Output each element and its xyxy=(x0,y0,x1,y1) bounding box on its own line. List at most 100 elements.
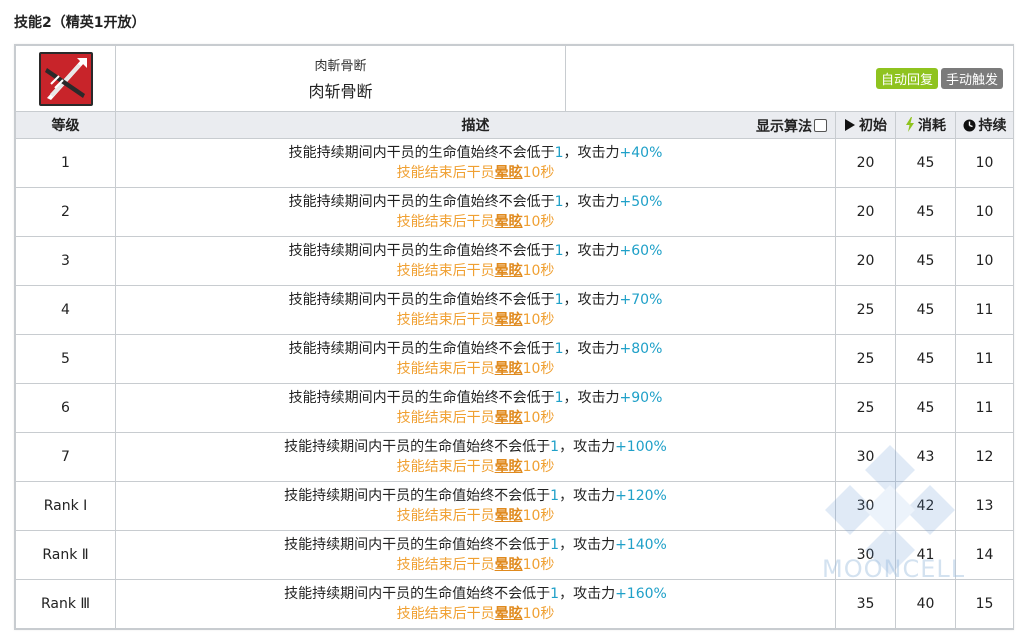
description-line2: 技能结束后干员晕眩10秒 xyxy=(116,163,835,183)
level-cell: Rank Ⅱ xyxy=(15,530,116,580)
table-header-row: 等级 描述 显示算法 初始 消耗 持续 xyxy=(15,111,1015,139)
description-cell: 技能持续期间内干员的生命值始终不会低于1，攻击力+100% 技能结束后干员晕眩10… xyxy=(115,432,836,482)
description-cell: 技能持续期间内干员的生命值始终不会低于1，攻击力+80% 技能结束后干员晕眩10秒 xyxy=(115,334,836,384)
skill-icon-cell xyxy=(15,45,116,112)
description-line1: 技能持续期间内干员的生命值始终不会低于1，攻击力+100% xyxy=(116,437,835,457)
sp-cost-cell: 45 xyxy=(895,138,956,188)
desc-text: ，攻击力 xyxy=(559,586,616,602)
tag-manual-trigger: 手动触发 xyxy=(941,68,1004,89)
description-line2: 技能结束后干员晕眩10秒 xyxy=(116,261,835,281)
desc-text: 技能结束后干员 xyxy=(396,606,495,622)
stun-link[interactable]: 晕眩 xyxy=(495,557,523,573)
header-initial: 初始 xyxy=(835,111,896,139)
desc-text: 10秒 xyxy=(522,312,555,328)
sp-cost-cell: 43 xyxy=(895,432,956,482)
description-line1: 技能持续期间内干员的生命值始终不会低于1，攻击力+160% xyxy=(116,584,835,604)
level-cell: 4 xyxy=(15,285,116,335)
desc-text: 技能持续期间内干员的生命值始终不会低于 xyxy=(288,194,555,210)
stun-link[interactable]: 晕眩 xyxy=(495,459,523,475)
sp-cost-cell: 41 xyxy=(895,530,956,580)
desc-text: 10秒 xyxy=(522,361,555,377)
desc-text: 技能持续期间内干员的生命值始终不会低于 xyxy=(284,537,551,553)
desc-text: ，攻击力 xyxy=(559,439,616,455)
desc-text: 10秒 xyxy=(522,557,555,573)
desc-text: 技能持续期间内干员的生命值始终不会低于 xyxy=(288,145,555,161)
description-line2: 技能结束后干员晕眩10秒 xyxy=(116,310,835,330)
desc-text: 技能持续期间内干员的生命值始终不会低于 xyxy=(284,586,551,602)
table-row: 4 技能持续期间内干员的生命值始终不会低于1，攻击力+70% 技能结束后干员晕眩10… xyxy=(15,285,1015,335)
desc-text: ，攻击力 xyxy=(563,390,620,406)
stun-link[interactable]: 晕眩 xyxy=(495,508,523,524)
level-cell: Rank Ⅰ xyxy=(15,481,116,531)
desc-text: 10秒 xyxy=(522,214,555,230)
hp-value: 1 xyxy=(554,243,564,259)
header-duration-label: 持续 xyxy=(978,118,1007,134)
sp-cost-cell: 45 xyxy=(895,236,956,286)
desc-text: 技能结束后干员 xyxy=(396,410,495,426)
table-row: 1 技能持续期间内干员的生命值始终不会低于1，攻击力+40% 技能结束后干员晕眩10… xyxy=(15,138,1015,188)
table-row: 3 技能持续期间内干员的生命值始终不会低于1，攻击力+60% 技能结束后干员晕眩10… xyxy=(15,236,1015,286)
header-cost: 消耗 xyxy=(895,111,956,139)
desc-text: ，攻击力 xyxy=(559,537,616,553)
desc-text: 技能持续期间内干员的生命值始终不会低于 xyxy=(284,488,551,504)
desc-text: 技能持续期间内干员的生命值始终不会低于 xyxy=(288,390,555,406)
level-rows: 1 技能持续期间内干员的生命值始终不会低于1，攻击力+40% 技能结束后干员晕眩10… xyxy=(15,138,1015,629)
duration-cell: 14 xyxy=(954,530,1015,580)
stun-link[interactable]: 晕眩 xyxy=(495,165,523,181)
desc-text: 技能结束后干员 xyxy=(396,214,495,230)
stun-link[interactable]: 晕眩 xyxy=(495,606,523,622)
stun-link[interactable]: 晕眩 xyxy=(495,312,523,328)
description-line2: 技能结束后干员晕眩10秒 xyxy=(116,506,835,526)
stun-link[interactable]: 晕眩 xyxy=(495,214,523,230)
clock-icon xyxy=(963,119,976,132)
desc-text: 技能结束后干员 xyxy=(396,312,495,328)
atk-value: +50% xyxy=(619,194,663,210)
atk-value: +140% xyxy=(615,537,667,553)
desc-text: 技能结束后干员 xyxy=(396,508,495,524)
header-cost-label: 消耗 xyxy=(918,118,946,134)
sp-cost-cell: 42 xyxy=(895,481,956,531)
page-title: 技能2（精英1开放） xyxy=(14,15,146,31)
stun-link[interactable]: 晕眩 xyxy=(495,263,523,279)
description-cell: 技能持续期间内干员的生命值始终不会低于1，攻击力+90% 技能结束后干员晕眩10秒 xyxy=(115,383,836,433)
desc-text: 技能持续期间内干员的生命值始终不会低于 xyxy=(284,439,551,455)
table-row: Rank Ⅱ 技能持续期间内干员的生命值始终不会低于1，攻击力+140% 技能结束后… xyxy=(15,530,1015,580)
desc-text: 技能持续期间内干员的生命值始终不会低于 xyxy=(288,243,555,259)
table-row: 5 技能持续期间内干员的生命值始终不会低于1，攻击力+80% 技能结束后干员晕眩10… xyxy=(15,334,1015,384)
description-line1: 技能持续期间内干员的生命值始终不会低于1，攻击力+120% xyxy=(116,486,835,506)
lightning-icon xyxy=(906,117,914,132)
desc-text: 技能结束后干员 xyxy=(396,459,495,475)
sp-cost-cell: 45 xyxy=(895,334,956,384)
desc-text: ，攻击力 xyxy=(559,488,616,504)
hp-value: 1 xyxy=(550,586,560,602)
atk-value: +80% xyxy=(619,341,663,357)
duration-cell: 11 xyxy=(954,383,1015,433)
hp-value: 1 xyxy=(550,537,560,553)
duration-cell: 12 xyxy=(954,432,1015,482)
formula-checkbox[interactable] xyxy=(814,119,827,132)
formula-toggle[interactable]: 显示算法 xyxy=(756,116,827,136)
sp-cost-cell: 45 xyxy=(895,383,956,433)
hp-value: 1 xyxy=(550,439,560,455)
skill-table: 肉斬骨断 肉斩骨断 自动回复 手动触发 等级 描述 显示算法 初始 消耗 持续 … xyxy=(15,45,1015,629)
description-line2: 技能结束后干员晕眩10秒 xyxy=(116,457,835,477)
duration-cell: 15 xyxy=(954,579,1015,629)
initial-sp-cell: 30 xyxy=(835,432,896,482)
desc-text: ，攻击力 xyxy=(563,145,620,161)
description-cell: 技能持续期间内干员的生命值始终不会低于1，攻击力+140% 技能结束后干员晕眩10… xyxy=(115,530,836,580)
description-line2: 技能结束后干员晕眩10秒 xyxy=(116,212,835,232)
header-initial-label: 初始 xyxy=(859,118,887,134)
atk-value: +90% xyxy=(619,390,663,406)
desc-text: 10秒 xyxy=(522,165,555,181)
hp-value: 1 xyxy=(554,341,564,357)
initial-sp-cell: 20 xyxy=(835,236,896,286)
sp-cost-cell: 45 xyxy=(895,285,956,335)
description-cell: 技能持续期间内干员的生命值始终不会低于1，攻击力+50% 技能结束后干员晕眩10秒 xyxy=(115,187,836,237)
duration-cell: 10 xyxy=(954,187,1015,237)
play-icon xyxy=(845,119,855,131)
desc-text: 10秒 xyxy=(522,508,555,524)
stun-link[interactable]: 晕眩 xyxy=(495,361,523,377)
description-line1: 技能持续期间内干员的生命值始终不会低于1，攻击力+90% xyxy=(116,388,835,408)
level-cell: 5 xyxy=(15,334,116,384)
stun-link[interactable]: 晕眩 xyxy=(495,410,523,426)
